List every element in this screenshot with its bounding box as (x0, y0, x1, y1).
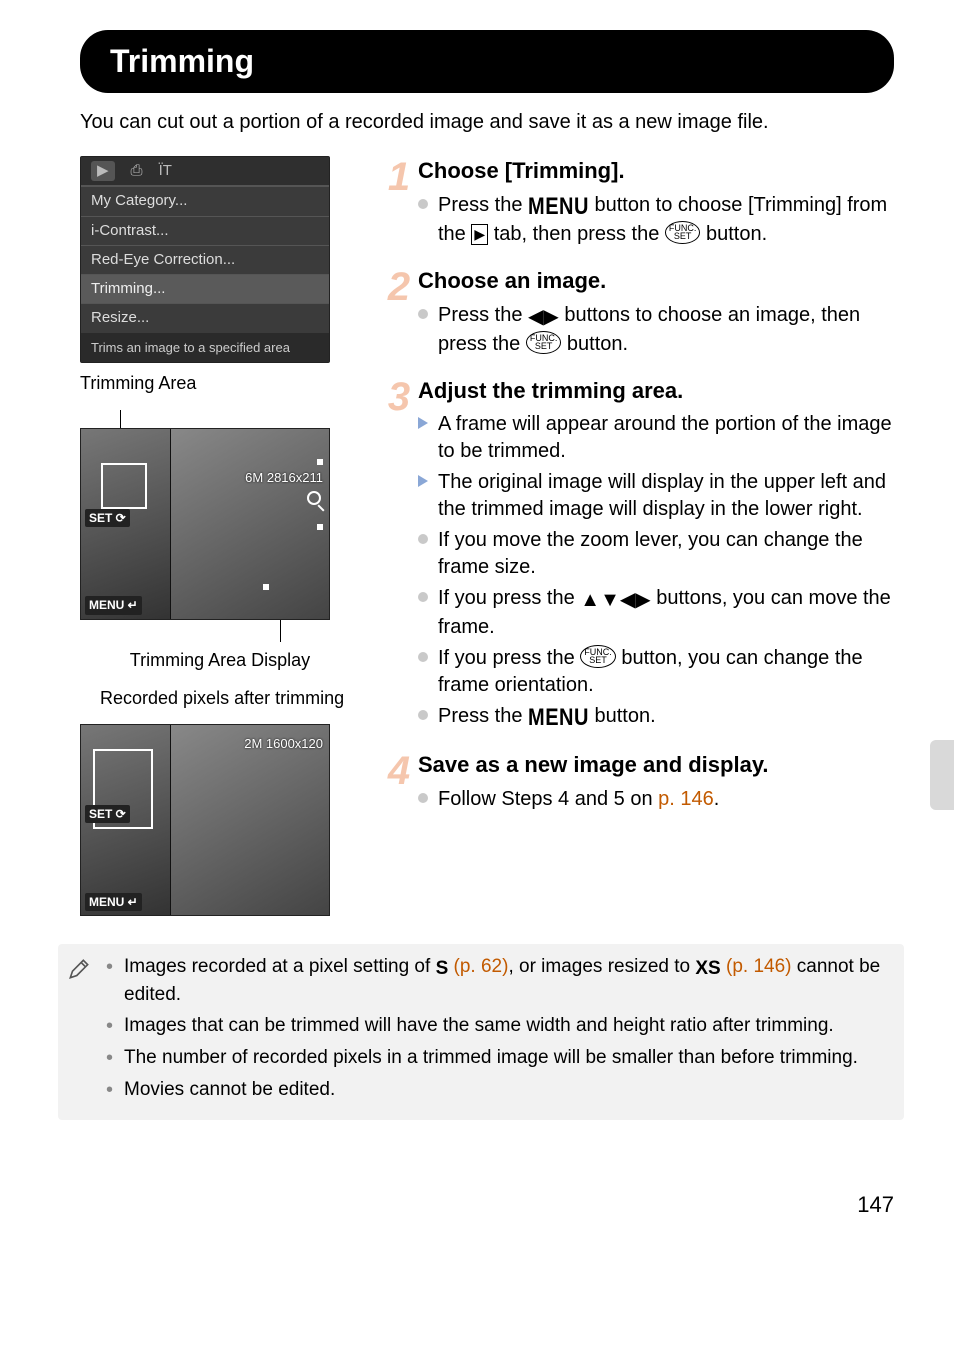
func-set-button-icon: FUNC.SET (526, 331, 562, 354)
photo-screenshot-1: SET ⟳ MENU ↵ 6M 2816x211 (80, 428, 330, 620)
menu-screenshot: ▶ ⎙ ÏT My Category...i-Contrast...Red-Ey… (80, 156, 330, 363)
step: 3Adjust the trimming area.A frame will a… (384, 376, 894, 733)
left-right-buttons-icon: ◀▶ (528, 304, 559, 331)
trimming-area-display-label: Trimming Area Display (80, 648, 360, 672)
menu-button-icon: MENU (528, 703, 589, 735)
set-badge: SET ⟳ (85, 509, 130, 527)
note-item: Images that can be trimmed will have the… (106, 1013, 886, 1039)
step: 2Choose an image.Press the ◀▶ buttons to… (384, 266, 894, 358)
dimensions-label-1: 6M 2816x211 (245, 469, 323, 487)
note-item: Movies cannot be edited. (106, 1077, 886, 1103)
intro-text: You can cut out a portion of a recorded … (80, 109, 894, 136)
menu-badge: MENU ↵ (85, 596, 142, 614)
step-bullet: If you press the ▲▼◀▶ buttons, you can m… (418, 585, 894, 641)
step: 4Save as a new image and display.Follow … (384, 750, 894, 813)
note-item: Images recorded at a pixel setting of S … (106, 954, 886, 1007)
recorded-pixels-label: Recorded pixels after trimming (100, 686, 360, 710)
menu-badge: MENU ↵ (85, 893, 142, 911)
magnifier-icon (307, 491, 321, 505)
step-bullet: Follow Steps 4 and 5 on p. 146. (418, 786, 894, 813)
photo-screenshot-2: SET ⟳ MENU ↵ 2M 1600x120 (80, 724, 330, 916)
steps: 1Choose [Trimming].Press the MENU button… (384, 156, 894, 916)
step-number: 3 (384, 370, 414, 424)
side-tab (930, 740, 954, 810)
step-title: Adjust the trimming area. (418, 376, 894, 406)
step-number: 2 (384, 260, 414, 314)
step-number: 4 (384, 744, 414, 798)
xs-size-icon: XS (695, 956, 720, 982)
menu-item: Red-Eye Correction... (81, 245, 329, 274)
notes-box: Images recorded at a pixel setting of S … (58, 944, 904, 1120)
func-set-button-icon: FUNC.SET (665, 221, 701, 244)
pencil-icon (66, 956, 92, 990)
page-heading: Trimming (80, 30, 894, 93)
step-title: Save as a new image and display. (418, 750, 894, 780)
step-bullet: Press the ◀▶ buttons to choose an image,… (418, 302, 894, 358)
step-bullet: Press the MENU button. (418, 703, 894, 732)
s-size-icon: S (436, 956, 449, 982)
step-bullet: If you move the zoom lever, you can chan… (418, 527, 894, 581)
print-tab-icon: ⎙ (131, 161, 143, 181)
menu-tabs: ▶ ⎙ ÏT (81, 157, 329, 186)
page-ref-link[interactable]: (p. 146) (726, 956, 791, 977)
page-number: 147 (80, 1190, 894, 1220)
menu-caption: Trims an image to a specified area (81, 333, 329, 363)
page-ref-link[interactable]: p. 146 (658, 788, 714, 810)
step-title: Choose an image. (418, 266, 894, 296)
tools-tab-icon: ÏT (159, 161, 172, 181)
menu-button-icon: MENU (528, 191, 589, 223)
pointer-line-2 (280, 618, 281, 642)
step: 1Choose [Trimming].Press the MENU button… (384, 156, 894, 248)
step-bullet: Press the MENU button to choose [Trimmin… (418, 192, 894, 248)
menu-item: My Category... (81, 186, 329, 215)
trim-frame (101, 463, 147, 509)
page-ref-link[interactable]: (p. 62) (454, 956, 509, 977)
note-item: The number of recorded pixels in a trimm… (106, 1045, 886, 1071)
menu-items: My Category...i-Contrast...Red-Eye Corre… (81, 186, 329, 332)
menu-item: Trimming... (81, 274, 329, 303)
dimensions-label-2: 2M 1600x120 (244, 735, 323, 753)
step-title: Choose [Trimming]. (418, 156, 894, 186)
step-number: 1 (384, 150, 414, 204)
func-set-button-icon: FUNC.SET (580, 645, 616, 668)
step-bullet: A frame will appear around the portion o… (418, 411, 894, 465)
step-bullet: If you press the FUNC.SET button, you ca… (418, 645, 894, 699)
set-badge: SET ⟳ (85, 805, 130, 823)
trimming-area-label: Trimming Area (80, 371, 360, 395)
playback-tab-icon: ▶ (91, 161, 115, 181)
playback-tab-icon: ▶ (471, 224, 488, 245)
step-bullet: The original image will display in the u… (418, 469, 894, 523)
menu-item: Resize... (81, 303, 329, 332)
pointer-line (120, 410, 121, 430)
menu-item: i-Contrast... (81, 216, 329, 245)
directional-buttons-icon: ▲▼◀▶ (580, 587, 650, 614)
